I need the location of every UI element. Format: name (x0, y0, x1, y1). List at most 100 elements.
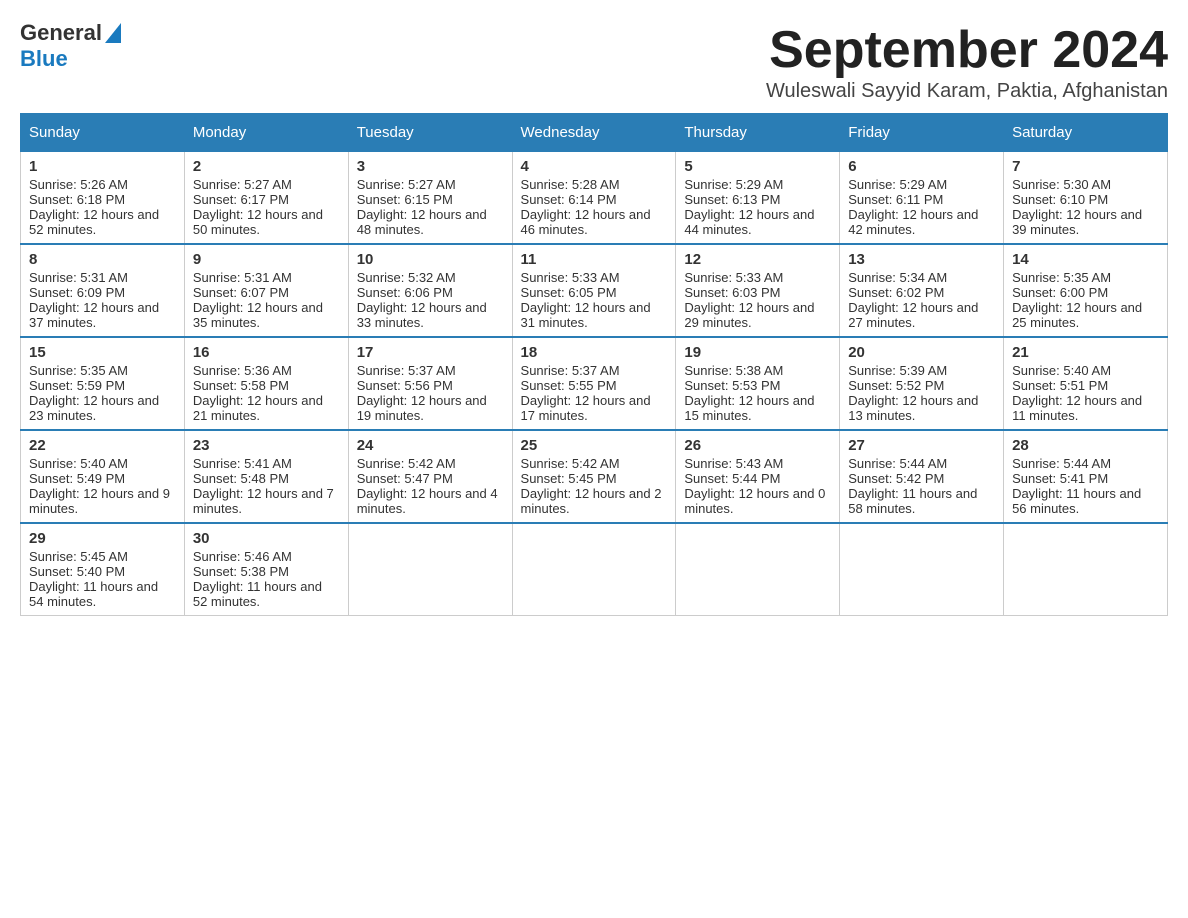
calendar-week-row: 22 Sunrise: 5:40 AMSunset: 5:49 PM Dayligh… (21, 430, 1168, 523)
calendar-week-row: 29Sunrise: 5:45 AMSunset: 5:40 PMDayligh… (21, 523, 1168, 616)
day-number: 13 (848, 251, 995, 268)
day-number: 22 (29, 437, 176, 454)
day-number: 1 (29, 158, 176, 175)
calendar-cell: 10Sunrise: 5:32 AMSunset: 6:06 PMDayligh… (348, 244, 512, 337)
calendar-cell: 26Sunrise: 5:43 AMSunset: 5:44 PMDayligh… (676, 430, 840, 523)
calendar-cell: 4Sunrise: 5:28 AMSunset: 6:14 PMDaylight… (512, 152, 676, 245)
sunset: Sunset: 5:45 PM (521, 471, 617, 486)
daylight: Daylight: 12 hours and 35 minutes. (193, 300, 323, 330)
sunrise: Sunrise: 5:44 AM (848, 456, 947, 471)
sunrise: Sunrise: 5:27 AM (357, 177, 456, 192)
calendar-cell: 6Sunrise: 5:29 AMSunset: 6:11 PMDaylight… (840, 152, 1004, 245)
calendar-cell: 21Sunrise: 5:40 AMSunset: 5:51 PMDayligh… (1004, 337, 1168, 430)
sunset: Sunset: 5:47 PM (357, 471, 453, 486)
daylight: Daylight: 12 hours and 52 minutes. (29, 207, 159, 237)
sunrise: Sunrise: 5:31 AM (29, 270, 128, 285)
day-number: 5 (684, 158, 831, 175)
calendar-cell: 27Sunrise: 5:44 AMSunset: 5:42 PMDayligh… (840, 430, 1004, 523)
calendar-cell: 15Sunrise: 5:35 AMSunset: 5:59 PMDayligh… (21, 337, 185, 430)
daylight: Daylight: 12 hours and 21 minutes. (193, 393, 323, 423)
sunrise: Sunrise: 5:43 AM (684, 456, 783, 471)
header-tuesday: Tuesday (348, 114, 512, 152)
sunset: Sunset: 5:58 PM (193, 378, 289, 393)
calendar-cell: 12Sunrise: 5:33 AMSunset: 6:03 PMDayligh… (676, 244, 840, 337)
calendar-cell: 13Sunrise: 5:34 AMSunset: 6:02 PMDayligh… (840, 244, 1004, 337)
month-title: September 2024 (766, 20, 1168, 80)
sunset: Sunset: 6:11 PM (848, 192, 943, 207)
calendar-cell: 1 Sunrise: 5:26 AMSunset: 6:18 PMDaylight… (21, 152, 185, 245)
daylight: Daylight: 12 hours and 37 minutes. (29, 300, 159, 330)
logo-triangle-icon (105, 23, 121, 43)
calendar-cell: 7Sunrise: 5:30 AMSunset: 6:10 PMDaylight… (1004, 152, 1168, 245)
day-number: 30 (193, 530, 340, 547)
sunset: Sunset: 5:44 PM (684, 471, 780, 486)
day-number: 7 (1012, 158, 1159, 175)
sunset: Sunset: 5:38 PM (193, 564, 289, 579)
daylight: Daylight: 12 hours and 25 minutes. (1012, 300, 1142, 330)
calendar-cell: 29Sunrise: 5:45 AMSunset: 5:40 PMDayligh… (21, 523, 185, 616)
calendar-week-row: 15Sunrise: 5:35 AMSunset: 5:59 PMDayligh… (21, 337, 1168, 430)
daylight: Daylight: 12 hours and 48 minutes. (357, 207, 487, 237)
calendar-cell: 25 Sunrise: 5:42 AMSunset: 5:45 PMDayligh… (512, 430, 676, 523)
calendar-cell: 28Sunrise: 5:44 AMSunset: 5:41 PMDayligh… (1004, 430, 1168, 523)
sunrise: Sunrise: 5:37 AM (521, 363, 620, 378)
day-number: 25 (521, 437, 668, 454)
daylight: Daylight: 12 hours and 42 minutes. (848, 207, 978, 237)
calendar-cell: 23Sunrise: 5:41 AMSunset: 5:48 PMDayligh… (184, 430, 348, 523)
daylight: Daylight: 12 hours and 19 minutes. (357, 393, 487, 423)
sunrise: Sunrise: 5:40 AM (29, 456, 128, 471)
sunset: Sunset: 6:14 PM (521, 192, 617, 207)
sunset: Sunset: 6:13 PM (684, 192, 780, 207)
logo-text-general: General (20, 20, 102, 46)
sunset: Sunset: 5:53 PM (684, 378, 780, 393)
logo-text-blue: Blue (20, 46, 68, 71)
sunset: Sunset: 5:55 PM (521, 378, 617, 393)
header-thursday: Thursday (676, 114, 840, 152)
sunset: Sunset: 5:49 PM (29, 471, 125, 486)
calendar-cell: 11Sunrise: 5:33 AMSunset: 6:05 PMDayligh… (512, 244, 676, 337)
sunset: Sunset: 6:17 PM (193, 192, 289, 207)
calendar-cell: 22Sunrise: 5:40 AMSunset: 5:49 PMDayligh… (21, 430, 185, 523)
sunset: Sunset: 5:48 PM (193, 471, 289, 486)
header-sunday: Sunday (21, 114, 185, 152)
sunset: Sunset: 6:15 PM (357, 192, 453, 207)
day-number: 17 (357, 344, 504, 361)
sunset: Sunset: 5:42 PM (848, 471, 944, 486)
daylight: Daylight: 12 hours and 0 minutes. (684, 486, 825, 516)
sunrise: Sunrise: 5:35 AM (29, 363, 128, 378)
day-number: 11 (521, 251, 668, 268)
sunrise: Sunrise: 5:34 AM (848, 270, 947, 285)
daylight: Daylight: 12 hours and 13 minutes. (848, 393, 978, 423)
sunset: Sunset: 6:10 PM (1012, 192, 1108, 207)
header-saturday: Saturday (1004, 114, 1168, 152)
calendar-cell (348, 523, 512, 616)
daylight: Daylight: 12 hours and 2 minutes. (521, 486, 662, 516)
sunset: Sunset: 6:03 PM (684, 285, 780, 300)
day-number: 6 (848, 158, 995, 175)
sunset: Sunset: 6:06 PM (357, 285, 453, 300)
day-number: 20 (848, 344, 995, 361)
sunrise: Sunrise: 5:35 AM (1012, 270, 1111, 285)
sunrise: Sunrise: 5:32 AM (357, 270, 456, 285)
daylight: Daylight: 12 hours and 27 minutes. (848, 300, 978, 330)
sunrise: Sunrise: 5:44 AM (1012, 456, 1111, 471)
header-monday: Monday (184, 114, 348, 152)
calendar-cell (840, 523, 1004, 616)
sunset: Sunset: 6:07 PM (193, 285, 289, 300)
daylight: Daylight: 11 hours and 54 minutes. (29, 579, 158, 609)
page-header: General Blue September 2024 Wuleswali Sa… (20, 20, 1168, 103)
sunset: Sunset: 5:56 PM (357, 378, 453, 393)
sunrise: Sunrise: 5:26 AM (29, 177, 128, 192)
calendar-cell: 30Sunrise: 5:46 AMSunset: 5:38 PMDayligh… (184, 523, 348, 616)
calendar-week-row: 8Sunrise: 5:31 AMSunset: 6:09 PMDaylight… (21, 244, 1168, 337)
calendar-cell: 5Sunrise: 5:29 AMSunset: 6:13 PMDaylight… (676, 152, 840, 245)
sunset: Sunset: 5:52 PM (848, 378, 944, 393)
sunset: Sunset: 6:18 PM (29, 192, 125, 207)
sunrise: Sunrise: 5:42 AM (521, 456, 620, 471)
calendar-cell: 19Sunrise: 5:38 AMSunset: 5:53 PMDayligh… (676, 337, 840, 430)
day-number: 2 (193, 158, 340, 175)
day-number: 15 (29, 344, 176, 361)
day-number: 27 (848, 437, 995, 454)
header-wednesday: Wednesday (512, 114, 676, 152)
sunset: Sunset: 6:09 PM (29, 285, 125, 300)
